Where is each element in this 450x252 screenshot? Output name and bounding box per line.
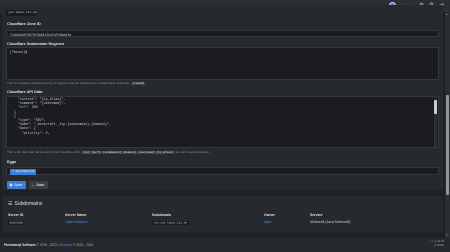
footer-company[interactable]: Blueprint: [59, 243, 72, 247]
page-scrollbar-thumb[interactable]: [446, 95, 449, 195]
table-row: 8a5c2a6d Lapin Network ras.joe.lapin.tii…: [6, 218, 440, 226]
footer-years: © 2015 - 2023 |: [36, 243, 59, 247]
regex-example: [^mod]$: [130, 82, 146, 85]
regex-textarea[interactable]: [^minor]$: [6, 47, 439, 80]
column-header: Server Name: [65, 213, 87, 217]
subdomains-title: Subdomains: [14, 201, 43, 207]
footer-copyright: Pterodactyl Software © 2015 - 2023 | Blu…: [4, 243, 93, 247]
subdomains-card: ☰ Subdomains Server ID Server Name Subdo…: [2, 196, 443, 232]
eggs-label: Eggs: [7, 160, 17, 164]
footer: Pterodactyl Software © 2015 - 2023 | Blu…: [0, 238, 450, 252]
json-scrollbar-thumb[interactable]: [434, 100, 437, 114]
service-value: Minecraft (Java Minecraft): [310, 220, 351, 224]
previous-field-value[interactable]: joe.lapin.tii.de: [6, 10, 37, 16]
regex-help-text: This is a newline-separated array of reg…: [7, 81, 130, 85]
footer-years-2: © 2023 - 2024: [72, 243, 94, 247]
api-data-help: This is the data that will be sent to th…: [7, 150, 210, 154]
eggs-select[interactable]: × Java Minecraft: [6, 167, 439, 175]
egg-chip[interactable]: × Java Minecraft: [10, 169, 37, 175]
regex-help: This is a newline-separated array of reg…: [7, 81, 146, 85]
scroll-down-icon[interactable]: ▾: [446, 234, 449, 237]
column-header: Owner: [264, 213, 275, 217]
save-button[interactable]: ▣ Save: [7, 181, 26, 189]
footer-meta: ‹› v. 1.11.10 ◷ 0.03s: [429, 239, 444, 247]
save-icon: ▣: [9, 183, 13, 187]
column-header: Server ID: [8, 213, 24, 217]
back-button[interactable]: ← Back: [29, 181, 48, 189]
server-id: 8a5c2a6d: [8, 220, 25, 225]
clock-icon: ◷: [433, 242, 437, 247]
column-header: Subdomain: [152, 213, 172, 217]
column-header: Service: [310, 213, 323, 217]
api-data-textarea[interactable]: "content": "{ip_alias}", "comment": "{us…: [6, 96, 439, 148]
list-icon: ☰: [8, 201, 13, 207]
owner-link[interactable]: lapin: [264, 220, 271, 224]
subdomains-header: ☰ Subdomains: [8, 201, 42, 207]
zone-id-input[interactable]: f4d4a5a0fd970f9b6412b3fafe8bdefa: [6, 30, 439, 37]
back-arrow-icon: ←: [31, 183, 36, 187]
save-label: Save: [14, 183, 23, 187]
subdomains-table: Server ID Server Name Subdomain Owner Se…: [6, 212, 440, 226]
footer-brand[interactable]: Pterodactyl Software: [4, 243, 36, 247]
back-label: Back: [36, 183, 45, 187]
api-placeholders: {ip} {port} {subdomain} {domain} {userna…: [81, 151, 175, 154]
api-data-label: Cloudflare API Data: [7, 90, 43, 94]
server-name-link[interactable]: Lapin Network: [65, 220, 87, 224]
zone-id-label: Cloudflare Zone ID: [7, 22, 41, 26]
egg-chip-label: Java Minecraft: [14, 169, 35, 174]
subdomain-value: ras.joe.lapin.tii.de: [152, 220, 189, 225]
json-line: "priority": 0,: [10, 130, 50, 135]
scroll-up-icon[interactable]: ▴: [446, 13, 449, 16]
regex-label: Cloudflare Subdomain Regexes: [7, 42, 65, 46]
api-help-text: This is the data that will be sent to th…: [7, 150, 81, 154]
api-help-text-post: for each new subdomain.: [175, 150, 211, 154]
footer-time: 0.03s: [437, 242, 444, 247]
remove-icon[interactable]: ×: [12, 169, 14, 174]
